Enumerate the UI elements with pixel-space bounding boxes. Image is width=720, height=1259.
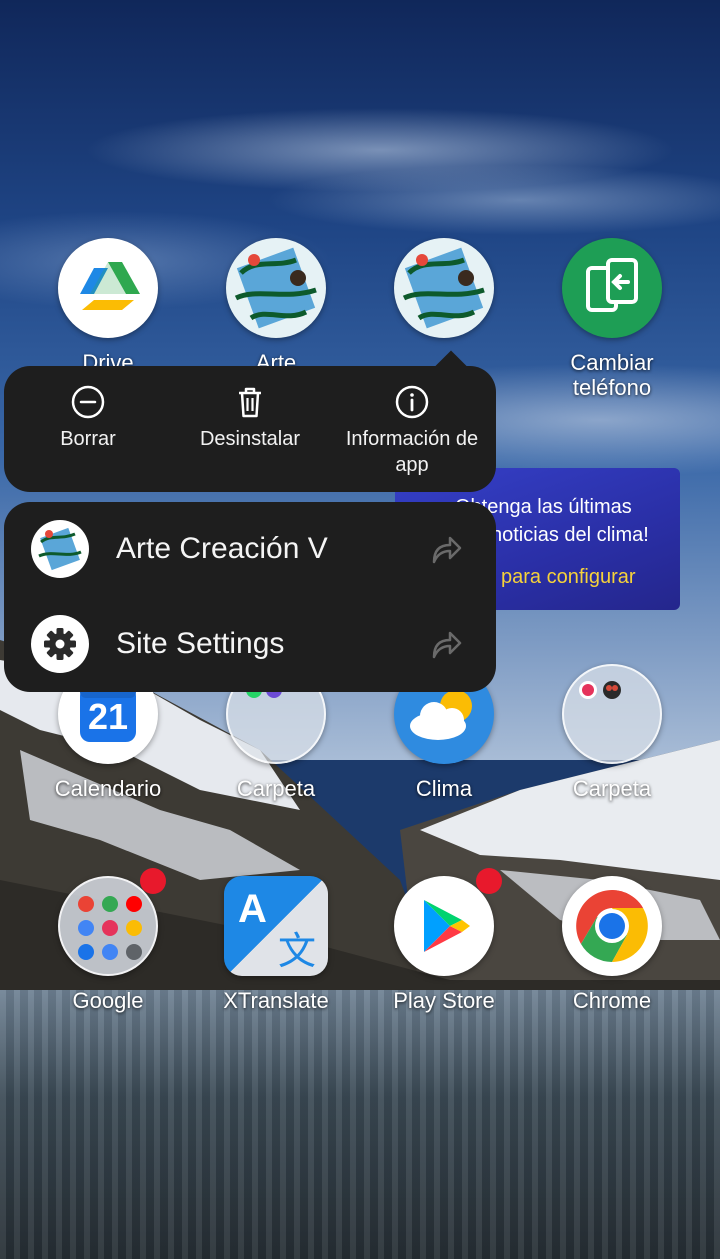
app-info-button[interactable]: Información de app <box>330 384 494 478</box>
app-folder-2[interactable]: Carpeta <box>532 664 692 801</box>
app-chrome[interactable]: Chrome <box>532 876 692 1013</box>
lake-reflection <box>0 990 720 1259</box>
arte-creacion-icon <box>31 520 89 578</box>
weather-configure-link[interactable]: para configurar <box>501 566 636 589</box>
uninstall-button[interactable]: Desinstalar <box>168 384 332 452</box>
app-label: XTranslate <box>223 988 329 1013</box>
app-drive[interactable]: Drive <box>28 238 188 375</box>
app-label: Cambiar teléfono <box>570 350 654 400</box>
shortcut-arte-creacion[interactable]: Arte Creación V <box>4 502 496 597</box>
app-label: Carpeta <box>236 776 316 801</box>
folder-icon <box>562 664 662 764</box>
app-cambiar-telefono[interactable]: Cambiar teléfono <box>532 238 692 400</box>
app-label: Chrome <box>572 988 652 1013</box>
app-label: Google <box>72 988 144 1013</box>
svg-text:文: 文 <box>278 929 316 973</box>
minus-circle-icon <box>71 385 105 419</box>
app-context-menu-actions: Borrar Desinstalar Información de app <box>4 350 496 492</box>
shortcut-label: Arte Creación V <box>116 532 328 565</box>
app-label: Play Store <box>393 988 495 1013</box>
remove-button[interactable]: Borrar <box>6 384 170 452</box>
play-store-icon <box>394 876 494 976</box>
weather-line-2: noticias del clima! <box>491 524 649 546</box>
pin-shortcut-icon[interactable] <box>428 627 464 661</box>
shortcut-label: Site Settings <box>116 627 285 660</box>
app-arte[interactable]: Arte <box>196 238 356 375</box>
xtranslate-icon: A 文 <box>224 876 328 976</box>
remove-label: Borrar <box>60 428 116 450</box>
app-google-folder[interactable]: Google <box>28 868 188 1013</box>
uninstall-label: Desinstalar <box>199 428 301 450</box>
arte-creacion-icon <box>394 238 494 338</box>
app-play-store[interactable]: Play Store <box>364 868 524 1013</box>
app-label: Calendario <box>54 776 162 801</box>
chrome-icon <box>562 876 662 976</box>
arte-creacion-icon <box>226 238 326 338</box>
switch-phone-icon <box>562 238 662 338</box>
google-folder-icon <box>58 876 158 976</box>
shortcut-site-settings[interactable]: Site Settings <box>4 597 496 692</box>
app-label: Clima <box>415 776 473 801</box>
notification-badge <box>140 868 166 894</box>
app-label: Carpeta <box>572 776 652 801</box>
pin-shortcut-icon[interactable] <box>428 532 464 566</box>
trash-icon <box>239 387 261 418</box>
app-arte-2[interactable] <box>364 238 524 350</box>
svg-text:A: A <box>238 887 267 931</box>
app-context-menu-shortcuts: Arte Creación V Site Settings <box>4 502 496 692</box>
app-info-label: Información de app <box>345 428 479 476</box>
google-drive-icon <box>58 238 158 338</box>
gear-icon <box>31 615 89 673</box>
info-icon <box>395 385 429 419</box>
calendar-day: 21 <box>87 696 129 737</box>
notification-badge <box>476 868 502 894</box>
app-xtranslate[interactable]: A 文 XTranslate <box>196 876 356 1013</box>
